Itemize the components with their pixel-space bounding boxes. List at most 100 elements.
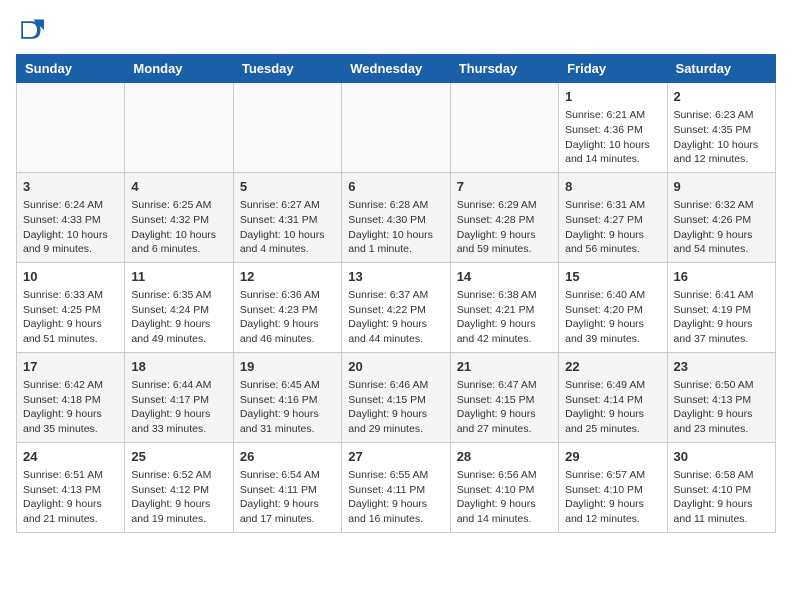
calendar-cell: 13 Sunrise: 6:37 AM Sunset: 4:22 PM Dayli… [342,262,450,352]
day-number: 17 [23,358,118,376]
day-info: Sunrise: 6:54 AM Sunset: 4:11 PM Dayligh… [240,468,335,527]
day-info: Sunrise: 6:38 AM Sunset: 4:21 PM Dayligh… [457,288,552,347]
page-header [16,16,776,44]
day-info: Sunrise: 6:40 AM Sunset: 4:20 PM Dayligh… [565,288,660,347]
calendar-cell: 28 Sunrise: 6:56 AM Sunset: 4:10 PM Dayli… [450,442,558,532]
day-number: 15 [565,268,660,286]
day-info: Sunrise: 6:21 AM Sunset: 4:36 PM Dayligh… [565,108,660,167]
calendar-week-1: 1 Sunrise: 6:21 AM Sunset: 4:36 PM Daylig… [17,83,776,173]
day-info: Sunrise: 6:47 AM Sunset: 4:15 PM Dayligh… [457,378,552,437]
calendar-week-2: 3 Sunrise: 6:24 AM Sunset: 4:33 PM Daylig… [17,172,776,262]
day-number: 10 [23,268,118,286]
day-info: Sunrise: 6:46 AM Sunset: 4:15 PM Dayligh… [348,378,443,437]
calendar-cell: 17 Sunrise: 6:42 AM Sunset: 4:18 PM Dayli… [17,352,125,442]
day-number: 21 [457,358,552,376]
day-number: 1 [565,88,660,106]
day-number: 26 [240,448,335,466]
calendar-cell: 29 Sunrise: 6:57 AM Sunset: 4:10 PM Dayli… [559,442,667,532]
calendar-cell: 22 Sunrise: 6:49 AM Sunset: 4:14 PM Dayli… [559,352,667,442]
calendar-cell: 15 Sunrise: 6:40 AM Sunset: 4:20 PM Dayli… [559,262,667,352]
calendar-cell [17,83,125,173]
header-sunday: Sunday [17,55,125,83]
day-number: 18 [131,358,226,376]
calendar-cell: 19 Sunrise: 6:45 AM Sunset: 4:16 PM Dayli… [233,352,341,442]
calendar-cell: 27Sunrise: 6:55 AM Sunset: 4:11 PM Dayli… [342,442,450,532]
calendar-week-4: 17 Sunrise: 6:42 AM Sunset: 4:18 PM Dayli… [17,352,776,442]
day-number: 20 [348,358,443,376]
calendar-week-5: 24 Sunrise: 6:51 AM Sunset: 4:13 PM Dayli… [17,442,776,532]
day-info: Sunrise: 6:58 AM Sunset: 4:10 PM Dayligh… [674,468,769,527]
day-info: Sunrise: 6:52 AM Sunset: 4:12 PM Dayligh… [131,468,226,527]
day-info: Sunrise: 6:28 AM Sunset: 4:30 PM Dayligh… [348,198,443,257]
day-info: Sunrise: 6:24 AM Sunset: 4:33 PM Dayligh… [23,198,118,257]
day-number: 6 [348,178,443,196]
day-info: Sunrise: 6:36 AM Sunset: 4:23 PM Dayligh… [240,288,335,347]
day-number: 23 [674,358,769,376]
logo-icon [16,16,44,44]
calendar-cell: 1 Sunrise: 6:21 AM Sunset: 4:36 PM Daylig… [559,83,667,173]
day-number: 5 [240,178,335,196]
day-number: 25 [131,448,226,466]
day-info: Sunrise: 6:31 AM Sunset: 4:27 PM Dayligh… [565,198,660,257]
calendar-cell: 7 Sunrise: 6:29 AM Sunset: 4:28 PM Daylig… [450,172,558,262]
day-number: 13 [348,268,443,286]
day-info: Sunrise: 6:37 AM Sunset: 4:22 PM Dayligh… [348,288,443,347]
header-tuesday: Tuesday [233,55,341,83]
calendar-cell [450,83,558,173]
day-info: Sunrise: 6:57 AM Sunset: 4:10 PM Dayligh… [565,468,660,527]
calendar-cell: 30 Sunrise: 6:58 AM Sunset: 4:10 PM Dayli… [667,442,775,532]
day-info: Sunrise: 6:45 AM Sunset: 4:16 PM Dayligh… [240,378,335,437]
day-number: 24 [23,448,118,466]
calendar-cell: 20 Sunrise: 6:46 AM Sunset: 4:15 PM Dayli… [342,352,450,442]
calendar-cell: 12 Sunrise: 6:36 AM Sunset: 4:23 PM Dayli… [233,262,341,352]
day-info: Sunrise: 6:29 AM Sunset: 4:28 PM Dayligh… [457,198,552,257]
calendar-cell: 10Sunrise: 6:33 AM Sunset: 4:25 PM Dayli… [17,262,125,352]
calendar-cell: 11 Sunrise: 6:35 AM Sunset: 4:24 PM Dayli… [125,262,233,352]
calendar-header-row: SundayMondayTuesdayWednesdayThursdayFrid… [17,55,776,83]
day-number: 2 [674,88,769,106]
day-number: 12 [240,268,335,286]
day-info: Sunrise: 6:35 AM Sunset: 4:24 PM Dayligh… [131,288,226,347]
day-number: 30 [674,448,769,466]
calendar-week-3: 10Sunrise: 6:33 AM Sunset: 4:25 PM Dayli… [17,262,776,352]
day-number: 22 [565,358,660,376]
header-monday: Monday [125,55,233,83]
header-saturday: Saturday [667,55,775,83]
calendar-cell: 3 Sunrise: 6:24 AM Sunset: 4:33 PM Daylig… [17,172,125,262]
day-number: 14 [457,268,552,286]
day-info: Sunrise: 6:56 AM Sunset: 4:10 PM Dayligh… [457,468,552,527]
calendar-cell: 2Sunrise: 6:23 AM Sunset: 4:35 PM Daylig… [667,83,775,173]
calendar-cell [342,83,450,173]
day-info: Sunrise: 6:51 AM Sunset: 4:13 PM Dayligh… [23,468,118,527]
day-info: Sunrise: 6:44 AM Sunset: 4:17 PM Dayligh… [131,378,226,437]
day-info: Sunrise: 6:41 AM Sunset: 4:19 PM Dayligh… [674,288,769,347]
day-info: Sunrise: 6:55 AM Sunset: 4:11 PM Dayligh… [348,468,443,527]
header-friday: Friday [559,55,667,83]
logo [16,16,48,44]
calendar-cell: 8 Sunrise: 6:31 AM Sunset: 4:27 PM Daylig… [559,172,667,262]
day-number: 11 [131,268,226,286]
calendar-table: SundayMondayTuesdayWednesdayThursdayFrid… [16,54,776,533]
day-number: 7 [457,178,552,196]
day-info: Sunrise: 6:32 AM Sunset: 4:26 PM Dayligh… [674,198,769,257]
day-number: 4 [131,178,226,196]
day-number: 28 [457,448,552,466]
header-wednesday: Wednesday [342,55,450,83]
calendar-cell [125,83,233,173]
day-number: 8 [565,178,660,196]
day-number: 19 [240,358,335,376]
header-thursday: Thursday [450,55,558,83]
calendar-cell: 14 Sunrise: 6:38 AM Sunset: 4:21 PM Dayli… [450,262,558,352]
day-info: Sunrise: 6:25 AM Sunset: 4:32 PM Dayligh… [131,198,226,257]
calendar-cell: 21 Sunrise: 6:47 AM Sunset: 4:15 PM Dayli… [450,352,558,442]
day-number: 3 [23,178,118,196]
day-number: 29 [565,448,660,466]
day-number: 9 [674,178,769,196]
day-info: Sunrise: 6:42 AM Sunset: 4:18 PM Dayligh… [23,378,118,437]
calendar-cell: 24 Sunrise: 6:51 AM Sunset: 4:13 PM Dayli… [17,442,125,532]
calendar-cell: 5 Sunrise: 6:27 AM Sunset: 4:31 PM Daylig… [233,172,341,262]
calendar-cell: 9 Sunrise: 6:32 AM Sunset: 4:26 PM Daylig… [667,172,775,262]
calendar-cell: 18 Sunrise: 6:44 AM Sunset: 4:17 PM Dayli… [125,352,233,442]
day-info: Sunrise: 6:49 AM Sunset: 4:14 PM Dayligh… [565,378,660,437]
day-info: Sunrise: 6:27 AM Sunset: 4:31 PM Dayligh… [240,198,335,257]
